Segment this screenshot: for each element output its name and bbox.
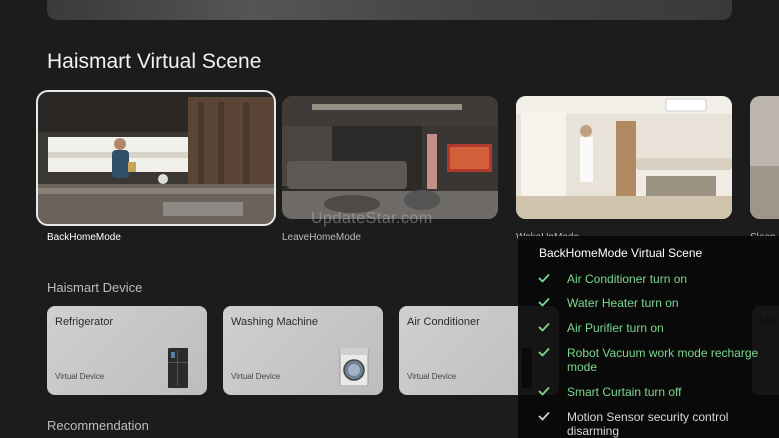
device-name: Washing Machine bbox=[231, 316, 319, 328]
living-room-image bbox=[282, 96, 498, 219]
check-icon bbox=[538, 273, 550, 283]
check-icon bbox=[538, 411, 550, 421]
watermark: UpdateStar.com bbox=[311, 210, 433, 227]
device-card-washing-machine[interactable]: Washing Machine Virtual Device bbox=[223, 306, 383, 395]
refrigerator-icon bbox=[168, 348, 188, 388]
previous-row-banner[interactable] bbox=[47, 0, 732, 20]
check-icon bbox=[538, 386, 550, 396]
scene-card-sleep[interactable] bbox=[750, 96, 779, 219]
popup-item-text: Smart Curtain turn off bbox=[567, 385, 682, 399]
device-card-refrigerator[interactable]: Refrigerator Virtual Device bbox=[47, 306, 207, 395]
popup-item-text: Air Purifier turn on bbox=[567, 321, 664, 335]
scene-card-leavehome[interactable] bbox=[282, 96, 498, 219]
scene-detail-popup: BackHomeMode Virtual Scene Air Condition… bbox=[518, 236, 779, 438]
popup-title: BackHomeMode Virtual Scene bbox=[539, 246, 703, 260]
device-tag: Virtual Device bbox=[55, 372, 105, 381]
check-icon bbox=[538, 347, 550, 357]
bedroom-image bbox=[516, 96, 732, 219]
popup-item-text: Water Heater turn on bbox=[567, 296, 679, 310]
device-name: Air Conditioner bbox=[407, 316, 480, 328]
sleep-image bbox=[750, 96, 779, 219]
scene-card-backhome[interactable] bbox=[36, 90, 276, 226]
device-tag: Virtual Device bbox=[407, 372, 457, 381]
check-icon bbox=[538, 297, 550, 307]
popup-item-text: Air Conditioner turn on bbox=[567, 272, 688, 286]
scene-section-title: Haismart Virtual Scene bbox=[47, 50, 262, 73]
popup-item-text: Motion Sensor security control disarming bbox=[567, 410, 729, 438]
scene-label-backhome: BackHomeMode bbox=[47, 232, 121, 243]
check-icon bbox=[538, 322, 550, 332]
device-name: Refrigerator bbox=[55, 316, 114, 328]
washing-machine-icon bbox=[339, 348, 369, 386]
recommendation-section-title: Recommendation bbox=[47, 418, 149, 433]
device-section-title: Haismart Device bbox=[47, 280, 143, 295]
scene-card-wakeup[interactable] bbox=[516, 96, 732, 219]
device-tag: Virtual Device bbox=[231, 372, 281, 381]
scene-label-leavehome: LeaveHomeMode bbox=[282, 232, 361, 243]
popup-item-text: Robot Vacuum work mode recharge mode bbox=[567, 346, 759, 374]
kitchen-image bbox=[38, 92, 274, 224]
